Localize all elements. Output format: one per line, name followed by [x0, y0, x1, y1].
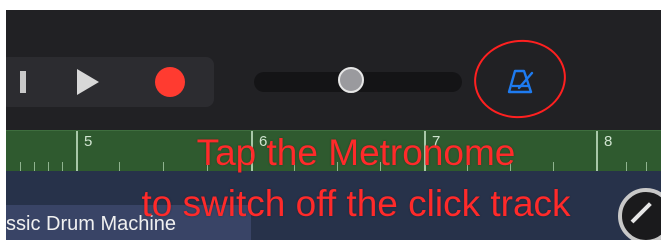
rewind-icon: [20, 71, 26, 93]
beat-tick: [646, 162, 647, 171]
beat-tick: [62, 162, 63, 171]
bar-number: 5: [84, 133, 93, 150]
record-button[interactable]: [144, 57, 196, 107]
bar-marker: [76, 131, 78, 171]
play-button[interactable]: [62, 57, 114, 107]
annotation-line-1: Tap the Metronome: [196, 132, 516, 173]
beat-tick: [48, 162, 49, 171]
annotation-line-2: to switch off the click track: [141, 183, 571, 224]
annotation-circle: [469, 33, 571, 125]
play-icon: [77, 69, 99, 95]
app-screen: 5 6 7 8 ssic Drum Machine Tap the Metron…: [6, 10, 661, 240]
beat-tick: [119, 162, 120, 171]
beat-tick: [34, 162, 35, 171]
record-icon: [155, 67, 185, 97]
volume-slider-knob[interactable]: [337, 67, 364, 93]
rewind-button[interactable]: [6, 57, 40, 107]
beat-tick: [626, 162, 627, 171]
beat-tick: [20, 162, 21, 171]
bar-marker: [596, 131, 598, 171]
transport-controls: [6, 57, 214, 107]
bar-number: 8: [604, 133, 613, 150]
